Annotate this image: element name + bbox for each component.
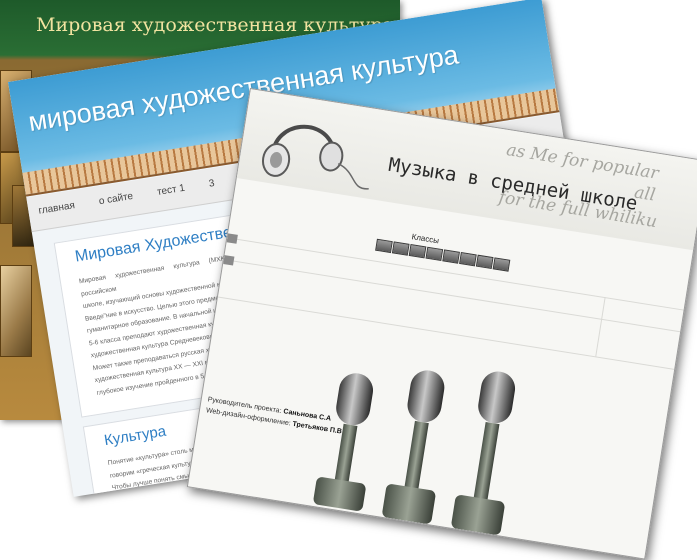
- microphones-image: [313, 370, 516, 535]
- class-button[interactable]: [475, 254, 494, 270]
- class-button[interactable]: [391, 241, 410, 256]
- microphone-icon: [313, 373, 374, 511]
- classes-label: Классы: [411, 232, 440, 246]
- class-selector: [375, 238, 511, 272]
- class-button[interactable]: [425, 246, 444, 262]
- class-button[interactable]: [492, 257, 511, 272]
- class-button[interactable]: [459, 252, 477, 267]
- credit-name: Третьяков П.В: [291, 420, 343, 436]
- music-school-page-card: as Me for popular all for the full whili…: [186, 88, 697, 560]
- divider: [595, 297, 606, 357]
- cover-painting: [0, 265, 32, 357]
- class-button[interactable]: [375, 238, 393, 254]
- side-arrow-button[interactable]: [226, 233, 238, 244]
- class-button[interactable]: [442, 249, 460, 264]
- nav-item-test1[interactable]: тест 1: [145, 171, 197, 209]
- side-arrow-button[interactable]: [223, 255, 235, 266]
- headphones-icon: [261, 124, 369, 190]
- microphone-icon: [382, 370, 445, 524]
- class-button[interactable]: [408, 244, 427, 259]
- divider: [227, 237, 684, 311]
- article-heading[interactable]: Культура: [103, 423, 167, 450]
- divider: [223, 259, 681, 333]
- nav-item-3[interactable]: 3: [197, 167, 227, 202]
- microphone-icon: [451, 371, 516, 535]
